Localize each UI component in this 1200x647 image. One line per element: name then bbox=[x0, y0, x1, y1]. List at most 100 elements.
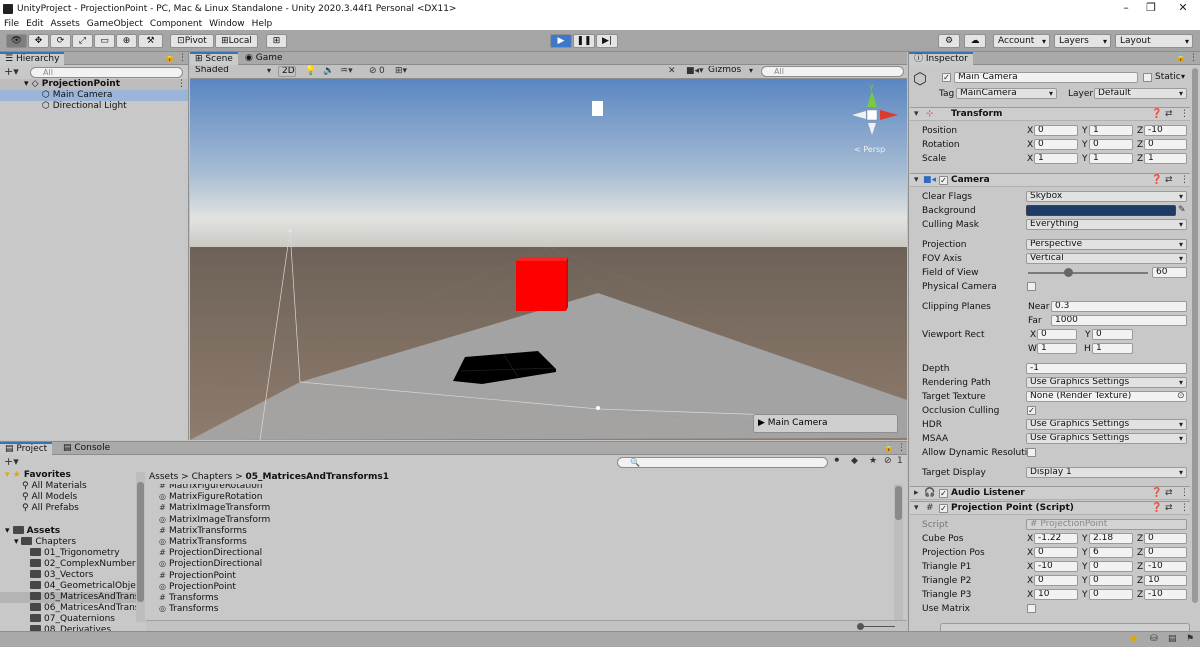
fov-slider-handle[interactable] bbox=[1063, 268, 1073, 277]
camera-preview-panel[interactable]: ▶ Main Camera bbox=[753, 414, 898, 433]
vp-w-input[interactable]: 1 bbox=[1037, 343, 1077, 354]
file-item[interactable]: ◎ Transforms bbox=[158, 603, 218, 614]
frustum-handle[interactable] bbox=[596, 406, 600, 410]
menu-help[interactable]: Help bbox=[252, 19, 273, 29]
create-icon[interactable]: +▾ bbox=[4, 456, 19, 467]
dynamic-resolution-checkbox[interactable] bbox=[1027, 448, 1036, 457]
favorite-item[interactable]: ⚲ All Models bbox=[22, 492, 77, 503]
filter-type-icon[interactable]: ⚫ bbox=[833, 456, 841, 467]
tab-game[interactable]: ◉ Game bbox=[240, 52, 288, 65]
zoom-slider-handle[interactable] bbox=[857, 623, 864, 630]
more-icon[interactable]: ⋮ bbox=[897, 443, 906, 454]
transform-header[interactable]: ▾ ⊹ Transform ❓ ⇄ ⋮ bbox=[910, 107, 1200, 121]
rotation-y-input[interactable]: 0 bbox=[1089, 139, 1133, 150]
tab-project[interactable]: ▤ Project bbox=[0, 442, 53, 455]
depth-input[interactable]: -1 bbox=[1026, 363, 1187, 374]
file-item[interactable]: ◎ MatrixTransforms bbox=[158, 536, 247, 547]
triangle-p3-y-input[interactable]: 0 bbox=[1089, 589, 1133, 600]
favorite-item[interactable]: ⚲ All Prefabs bbox=[22, 503, 79, 514]
collab-icon[interactable]: ⚙ bbox=[938, 34, 960, 48]
favorites-folder[interactable]: ▾ ★ Favorites bbox=[5, 470, 71, 481]
triangle-p3-z-input[interactable]: -10 bbox=[1144, 589, 1187, 600]
inspector-scrollbar[interactable] bbox=[1190, 66, 1200, 631]
audio-listener-checkbox[interactable]: ✓ bbox=[939, 489, 948, 498]
fov-input[interactable]: 60 bbox=[1152, 267, 1187, 278]
component-menu-icon[interactable]: ⋮ bbox=[1180, 109, 1189, 120]
mode-2d-toggle[interactable]: 2D bbox=[278, 66, 296, 77]
menu-gameobject[interactable]: GameObject bbox=[87, 19, 143, 29]
object-name-field[interactable]: Main Camera bbox=[954, 72, 1138, 83]
add-icon[interactable]: +▾ bbox=[4, 66, 19, 77]
triangle-p3-x-input[interactable]: 10 bbox=[1034, 589, 1078, 600]
scale-x-input[interactable]: 1 bbox=[1034, 153, 1078, 164]
file-item[interactable]: ◎ MatrixImageTransform bbox=[158, 514, 270, 525]
scene-root-item[interactable]: ▾ ◇ ProjectionPoint bbox=[0, 79, 188, 90]
file-item[interactable]: ◎ MatrixFigureRotation bbox=[158, 491, 262, 502]
object-picker-icon[interactable]: ⊙ bbox=[1177, 391, 1185, 402]
active-checkbox[interactable]: ✓ bbox=[942, 73, 951, 82]
projection-dropdown[interactable]: Perspective bbox=[1026, 239, 1187, 250]
hidden-packages-icon[interactable]: ⊘ bbox=[884, 456, 892, 467]
script-enabled-checkbox[interactable]: ✓ bbox=[939, 504, 948, 513]
help-icon[interactable]: ❓ bbox=[1151, 109, 1162, 120]
chapter-folder-item[interactable]: 04_GeometricalObject bbox=[30, 581, 144, 592]
projection-point-marker[interactable] bbox=[592, 101, 603, 116]
triangle-p2-y-input[interactable]: 0 bbox=[1089, 575, 1133, 586]
grid-icon[interactable]: ⊞▾ bbox=[395, 66, 407, 77]
hdr-dropdown[interactable]: Use Graphics Settings bbox=[1026, 419, 1187, 430]
lock-icon[interactable]: 🔒 bbox=[883, 443, 894, 454]
file-item[interactable]: # MatrixImageTransform bbox=[158, 502, 270, 513]
assets-folder[interactable]: ▾ Assets bbox=[5, 526, 60, 537]
rotation-z-input[interactable]: 0 bbox=[1144, 139, 1187, 150]
audio-icon[interactable]: 🔈 bbox=[323, 66, 334, 77]
component-menu-icon[interactable]: ⋮ bbox=[1180, 488, 1189, 499]
move-tool-icon[interactable]: ✥ bbox=[28, 34, 49, 48]
custom-tool-icon[interactable]: ⚒ bbox=[138, 34, 163, 48]
more-icon[interactable]: ⋮ bbox=[1189, 53, 1198, 64]
audio-listener-header[interactable]: ▸ 🎧 ✓ Audio Listener ❓ ⇄ ⋮ bbox=[910, 486, 1200, 500]
file-item[interactable]: # ProjectionDirectional bbox=[158, 547, 262, 558]
hierarchy-item-main-camera[interactable]: ⬡ Main Camera bbox=[0, 90, 188, 101]
hidden-objects-icon[interactable]: ⊘ bbox=[369, 66, 377, 77]
vp-y-input[interactable]: 0 bbox=[1092, 329, 1133, 340]
favorite-icon[interactable]: ★ bbox=[869, 456, 877, 467]
persp-label[interactable]: < Persp bbox=[854, 145, 885, 154]
use-matrix-checkbox[interactable] bbox=[1027, 604, 1036, 613]
rendering-path-dropdown[interactable]: Use Graphics Settings bbox=[1026, 377, 1187, 388]
presets-icon[interactable]: ⇄ bbox=[1165, 175, 1173, 186]
component-menu-icon[interactable]: ⋮ bbox=[1180, 175, 1189, 186]
background-color-field[interactable] bbox=[1026, 205, 1176, 216]
maximize-button[interactable]: ❐ bbox=[1134, 0, 1168, 17]
cube-pos-x-input[interactable]: -1.22 bbox=[1034, 533, 1078, 544]
warning-icon[interactable]: ▤ bbox=[1168, 634, 1177, 645]
rotate-tool-icon[interactable]: ⟳ bbox=[50, 34, 71, 48]
chapter-folder-item[interactable]: 06_MatricesAndTransf bbox=[30, 603, 143, 614]
pivot-button[interactable]: ⊡ Pivot bbox=[170, 34, 214, 48]
camera-header[interactable]: ▾ ■◂ ✓ Camera ❓ ⇄ ⋮ bbox=[910, 173, 1200, 187]
help-icon[interactable]: ❓ bbox=[1151, 503, 1162, 514]
help-icon[interactable]: ❓ bbox=[1151, 488, 1162, 499]
far-input[interactable]: 1000 bbox=[1051, 315, 1187, 326]
hierarchy-item-directional-light[interactable]: ⬡ Directional Light bbox=[0, 101, 127, 112]
layers-dropdown[interactable]: Layers bbox=[1054, 34, 1111, 48]
transform-tool-icon[interactable]: ⊕ bbox=[116, 34, 137, 48]
projection-pos-y-input[interactable]: 6 bbox=[1089, 547, 1133, 558]
projection-pos-x-input[interactable]: 0 bbox=[1034, 547, 1078, 558]
project-search-input[interactable]: 🔍 bbox=[617, 457, 828, 468]
clear-flags-dropdown[interactable]: Skybox bbox=[1026, 191, 1187, 202]
menu-file[interactable]: File bbox=[4, 19, 19, 29]
scene-more-icon[interactable]: ⋮ bbox=[177, 79, 186, 90]
msaa-dropdown[interactable]: Use Graphics Settings bbox=[1026, 433, 1187, 444]
tree-scrollbar[interactable] bbox=[136, 472, 145, 622]
cloud-icon[interactable]: ☁ bbox=[964, 34, 986, 48]
red-cube[interactable] bbox=[516, 261, 566, 311]
camera-enabled-checkbox[interactable]: ✓ bbox=[939, 176, 948, 185]
tab-console[interactable]: ▤ Console bbox=[58, 442, 115, 455]
cube-pos-y-input[interactable]: 2.18 bbox=[1089, 533, 1133, 544]
rotation-x-input[interactable]: 0 bbox=[1034, 139, 1078, 150]
tag-dropdown[interactable]: MainCamera bbox=[956, 88, 1057, 99]
vp-h-input[interactable]: 1 bbox=[1092, 343, 1133, 354]
gizmos-dropdown[interactable]: Gizmos bbox=[708, 66, 756, 77]
triangle-p2-z-input[interactable]: 10 bbox=[1144, 575, 1187, 586]
presets-icon[interactable]: ⇄ bbox=[1165, 109, 1173, 120]
